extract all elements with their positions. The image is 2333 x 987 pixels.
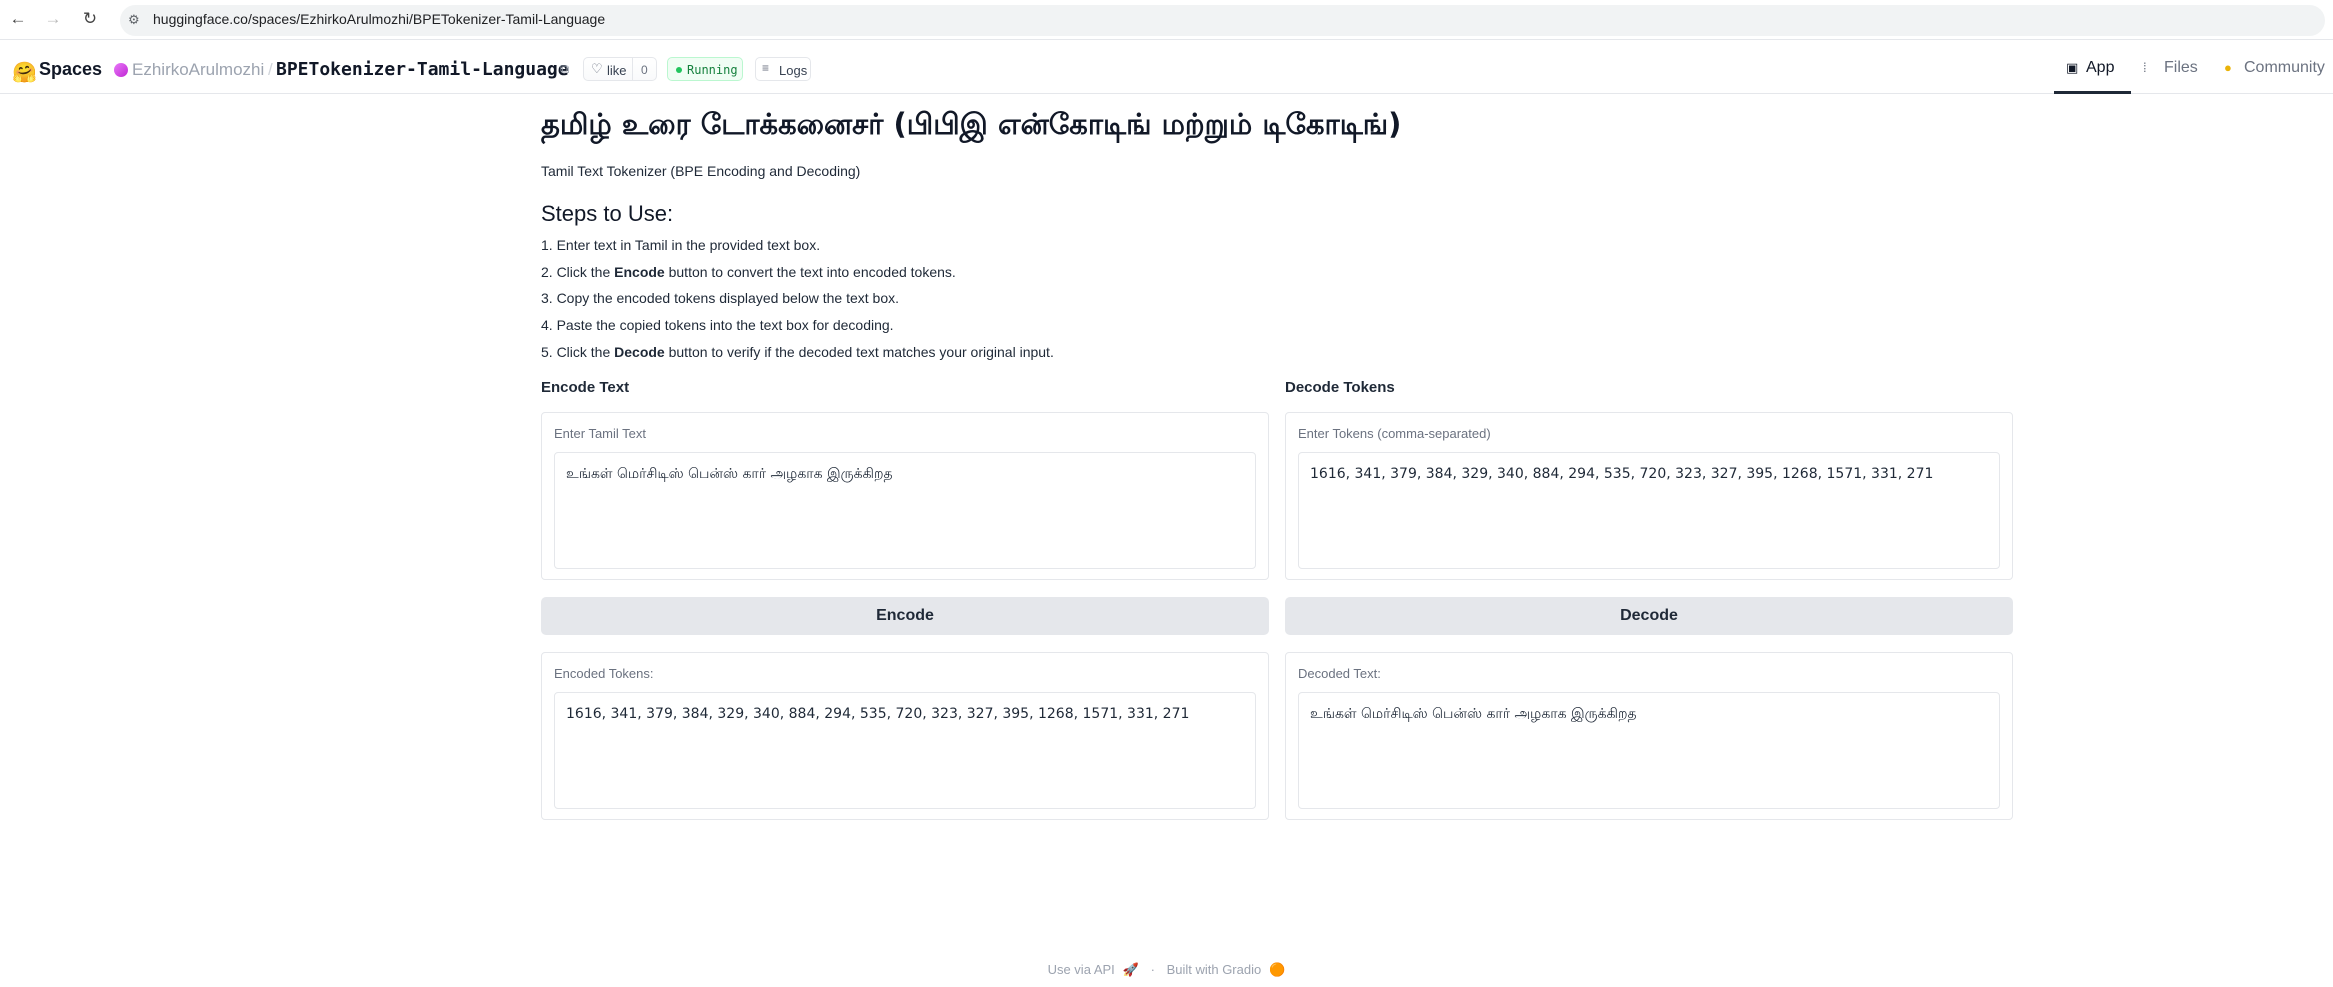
- repo-link[interactable]: BPETokenizer-Tamil-Language: [276, 59, 569, 80]
- logs-icon: ≡: [762, 61, 770, 75]
- step-1: 1. Enter text in Tamil in the provided t…: [541, 237, 821, 253]
- status-label: Running: [687, 63, 738, 77]
- path-separator: /: [268, 60, 273, 79]
- built-with-gradio-link[interactable]: Built with Gradio: [1167, 962, 1262, 977]
- tab-community[interactable]: ● Community: [2220, 40, 2330, 94]
- forward-arrow-icon[interactable]: →: [42, 8, 64, 30]
- like-count: 0: [641, 63, 648, 77]
- page-subtitle: Tamil Text Tokenizer (BPE Encoding and D…: [541, 163, 861, 179]
- logs-label: Logs: [779, 63, 808, 78]
- tab-app[interactable]: ▣ App: [2054, 40, 2131, 94]
- like-divider: [632, 58, 633, 80]
- community-icon: ●: [2224, 60, 2232, 75]
- decode-button[interactable]: Decode: [1285, 597, 2013, 635]
- use-via-api-link[interactable]: Use via API: [1048, 962, 1115, 977]
- encode-input-label: Enter Tamil Text: [554, 426, 647, 441]
- decode-section-label: Decode Tokens: [1285, 379, 1395, 396]
- heart-icon: ♡: [591, 61, 603, 76]
- spaces-link[interactable]: Spaces: [39, 59, 102, 80]
- decode-output-panel: Decoded Text: உங்கள் மெர்சிடிஸ் பென்ஸ் க…: [1285, 652, 2013, 820]
- step-2: 2. Click the Encode button to convert th…: [541, 264, 956, 280]
- encoded-tokens-output[interactable]: 1616, 341, 379, 384, 329, 340, 884, 294,…: [554, 692, 1256, 809]
- like-label: like: [607, 63, 627, 78]
- tab-files-label: Files: [2164, 59, 2198, 76]
- tokens-input[interactable]: 1616, 341, 379, 384, 329, 340, 884, 294,…: [1298, 452, 2000, 569]
- tamil-text-input[interactable]: உங்கள் மெர்சிடிஸ் பென்ஸ் கார் அழகாக இருக…: [554, 452, 1256, 569]
- tab-app-label: App: [2086, 59, 2115, 76]
- step-3: 3. Copy the encoded tokens displayed bel…: [541, 290, 900, 306]
- like-button[interactable]: ♡ like 0: [583, 57, 657, 81]
- decode-input-label: Enter Tokens (comma-separated): [1298, 426, 1491, 441]
- encode-input-panel: Enter Tamil Text உங்கள் மெர்சிடிஸ் பென்ஸ…: [541, 412, 1269, 580]
- hugging-face-logo-icon[interactable]: 🤗: [12, 60, 37, 85]
- rocket-icon: 🚀: [1122, 962, 1139, 977]
- encode-button[interactable]: Encode: [541, 597, 1269, 635]
- tab-files[interactable]: ⁞ Files: [2140, 40, 2206, 94]
- back-arrow-icon[interactable]: ←: [7, 8, 29, 30]
- browser-toolbar: ← → ↻ ⚙ huggingface.co/spaces/EzhirkoAru…: [0, 0, 2333, 40]
- status-badge[interactable]: Running: [667, 57, 743, 81]
- tab-community-label: Community: [2244, 59, 2325, 76]
- status-dot-icon: [676, 67, 682, 73]
- encode-output-panel: Encoded Tokens: 1616, 341, 379, 384, 329…: [541, 652, 1269, 820]
- user-link[interactable]: EzhirkoArulmozhi: [132, 60, 264, 80]
- footer: Use via API 🚀 · Built with Gradio 🟠: [0, 962, 2333, 978]
- decoded-text-output[interactable]: உங்கள் மெர்சிடிஸ் பென்ஸ் கார் அழகாக இருக…: [1298, 692, 2000, 809]
- page-title: தமிழ் உரை டோக்கனைசர் (பிபிஇ என்கோடிங் மற…: [541, 107, 1402, 141]
- files-icon: ⁞: [2143, 60, 2147, 75]
- cube-icon: ▣: [2066, 60, 2079, 75]
- url-text: huggingface.co/spaces/EzhirkoArulmozhi/B…: [153, 11, 606, 27]
- decoded-text-label: Decoded Text:: [1298, 666, 1381, 681]
- user-avatar[interactable]: [114, 63, 128, 77]
- footer-separator: ·: [1150, 962, 1155, 977]
- steps-heading: Steps to Use:: [541, 201, 674, 226]
- encode-section-label: Encode Text: [541, 379, 630, 396]
- step-5: 5. Click the Decode button to verify if …: [541, 344, 1054, 360]
- site-settings-icon[interactable]: ⚙: [128, 12, 144, 28]
- encoded-tokens-label: Encoded Tokens:: [554, 666, 654, 681]
- reload-icon[interactable]: ↻: [79, 8, 101, 30]
- copy-icon[interactable]: ⧉: [560, 61, 569, 77]
- decode-input-panel: Enter Tokens (comma-separated) 1616, 341…: [1285, 412, 2013, 580]
- logs-button[interactable]: ≡ Logs: [755, 57, 811, 81]
- gradio-logo-icon: 🟠: [1269, 962, 1286, 977]
- step-4: 4. Paste the copied tokens into the text…: [541, 317, 894, 333]
